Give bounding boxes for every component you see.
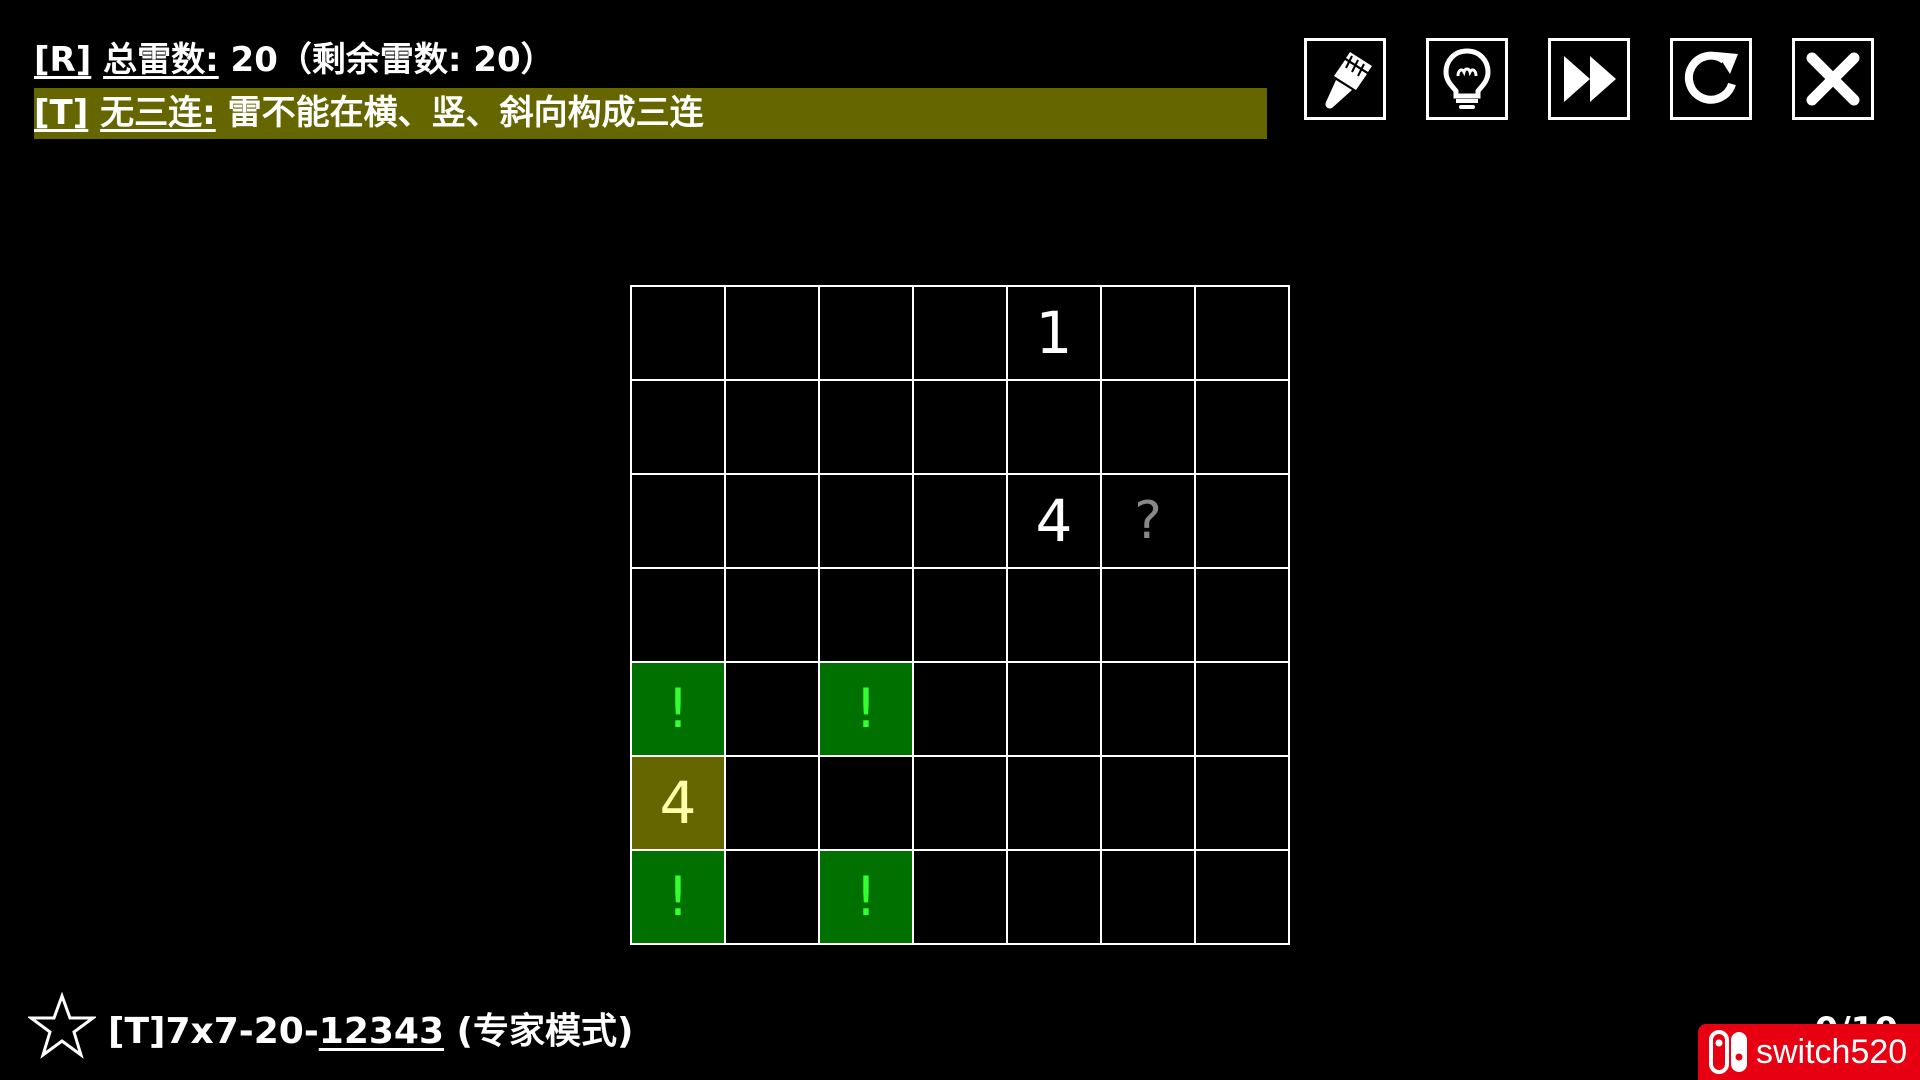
- level-mode: (专家模式): [444, 1011, 634, 1052]
- brush-icon: [1325, 52, 1372, 109]
- hint-button[interactable]: [1426, 38, 1508, 120]
- lightbulb-icon: [1443, 48, 1491, 109]
- board-cell[interactable]: [913, 474, 1007, 568]
- fast-forward-icon: [1564, 56, 1616, 102]
- board-cell[interactable]: [1007, 662, 1101, 756]
- board-cell[interactable]: [1101, 662, 1195, 756]
- brush-button[interactable]: [1304, 38, 1386, 120]
- rule-total-mines: [R] 总雷数: 20（剩余雷数: 20）: [34, 36, 555, 84]
- board-cell[interactable]: [725, 380, 819, 474]
- board-cell[interactable]: [1101, 568, 1195, 662]
- rule-no-three-in-row: [T] 无三连: 雷不能在横、竖、斜向构成三连: [34, 88, 1267, 139]
- game-board: 1 4?!! 4!!: [630, 285, 1290, 945]
- board-cell[interactable]: !: [631, 662, 725, 756]
- rule-r-label: 总雷数:: [103, 40, 219, 80]
- nintendo-switch-logo-icon: [1709, 1030, 1747, 1074]
- board-cell[interactable]: [913, 662, 1007, 756]
- board-cell[interactable]: [1007, 380, 1101, 474]
- board-cell[interactable]: !: [819, 662, 913, 756]
- board-cell[interactable]: [1195, 568, 1289, 662]
- rule-r-tag: [R]: [34, 40, 92, 80]
- rule-r-text: 20（剩余雷数: 20）: [218, 40, 555, 80]
- board-cell[interactable]: [913, 850, 1007, 944]
- board-cell[interactable]: [725, 756, 819, 850]
- rule-t-label: 无三连:: [100, 93, 216, 133]
- board-cell[interactable]: [1195, 662, 1289, 756]
- board-cell[interactable]: [1101, 286, 1195, 380]
- board-cell[interactable]: ?: [1101, 474, 1195, 568]
- level-prefix: [T]7x7-20-: [108, 1011, 319, 1052]
- board-cell[interactable]: [1195, 286, 1289, 380]
- board-cell[interactable]: [913, 380, 1007, 474]
- board-cell[interactable]: [725, 662, 819, 756]
- rule-t-tag: [T]: [34, 93, 89, 133]
- close-icon: [1806, 52, 1860, 106]
- skip-button[interactable]: [1548, 38, 1630, 120]
- board-cell[interactable]: [725, 568, 819, 662]
- board-cell[interactable]: [1007, 568, 1101, 662]
- board-cell[interactable]: [1195, 380, 1289, 474]
- board-cell[interactable]: [631, 380, 725, 474]
- board-cell[interactable]: 4: [1007, 474, 1101, 568]
- board-cell[interactable]: [725, 286, 819, 380]
- board-cell[interactable]: [725, 474, 819, 568]
- board-cell[interactable]: [819, 756, 913, 850]
- game-screen: [R] 总雷数: 20（剩余雷数: 20） [T] 无三连: 雷不能在横、竖、斜…: [0, 0, 1920, 1080]
- level-id[interactable]: 12343: [319, 1011, 444, 1052]
- board-cell[interactable]: !: [819, 850, 913, 944]
- board-cell[interactable]: [1101, 850, 1195, 944]
- board-cell[interactable]: [819, 568, 913, 662]
- board-cell[interactable]: [1007, 850, 1101, 944]
- board-cell[interactable]: [819, 380, 913, 474]
- board-cell[interactable]: [631, 568, 725, 662]
- board-cell[interactable]: 4: [631, 756, 725, 850]
- watermark: switch520: [1698, 1024, 1920, 1080]
- close-button[interactable]: [1792, 38, 1874, 120]
- restart-button[interactable]: [1670, 38, 1752, 120]
- board-cell[interactable]: [1101, 380, 1195, 474]
- board-cell[interactable]: [819, 474, 913, 568]
- board-cell[interactable]: [913, 756, 1007, 850]
- board-cell[interactable]: [631, 474, 725, 568]
- board-cell[interactable]: [1195, 474, 1289, 568]
- board-cell[interactable]: [1101, 756, 1195, 850]
- level-label: [T]7x7-20-12343 (专家模式): [108, 1008, 633, 1056]
- board-cell[interactable]: [631, 286, 725, 380]
- board-cell[interactable]: 1: [1007, 286, 1101, 380]
- board-cell[interactable]: [913, 568, 1007, 662]
- star-outline-icon[interactable]: [28, 992, 96, 1060]
- board-cell[interactable]: [1007, 756, 1101, 850]
- board-cell[interactable]: [1195, 850, 1289, 944]
- board-cell[interactable]: [819, 286, 913, 380]
- board-cell[interactable]: [1195, 756, 1289, 850]
- restart-icon: [1684, 51, 1738, 104]
- board-cell[interactable]: [725, 850, 819, 944]
- board-cell[interactable]: !: [631, 850, 725, 944]
- watermark-text: switch520: [1756, 1032, 1908, 1071]
- rule-t-text: 雷不能在横、竖、斜向构成三连: [215, 93, 704, 133]
- board-cell[interactable]: [913, 286, 1007, 380]
